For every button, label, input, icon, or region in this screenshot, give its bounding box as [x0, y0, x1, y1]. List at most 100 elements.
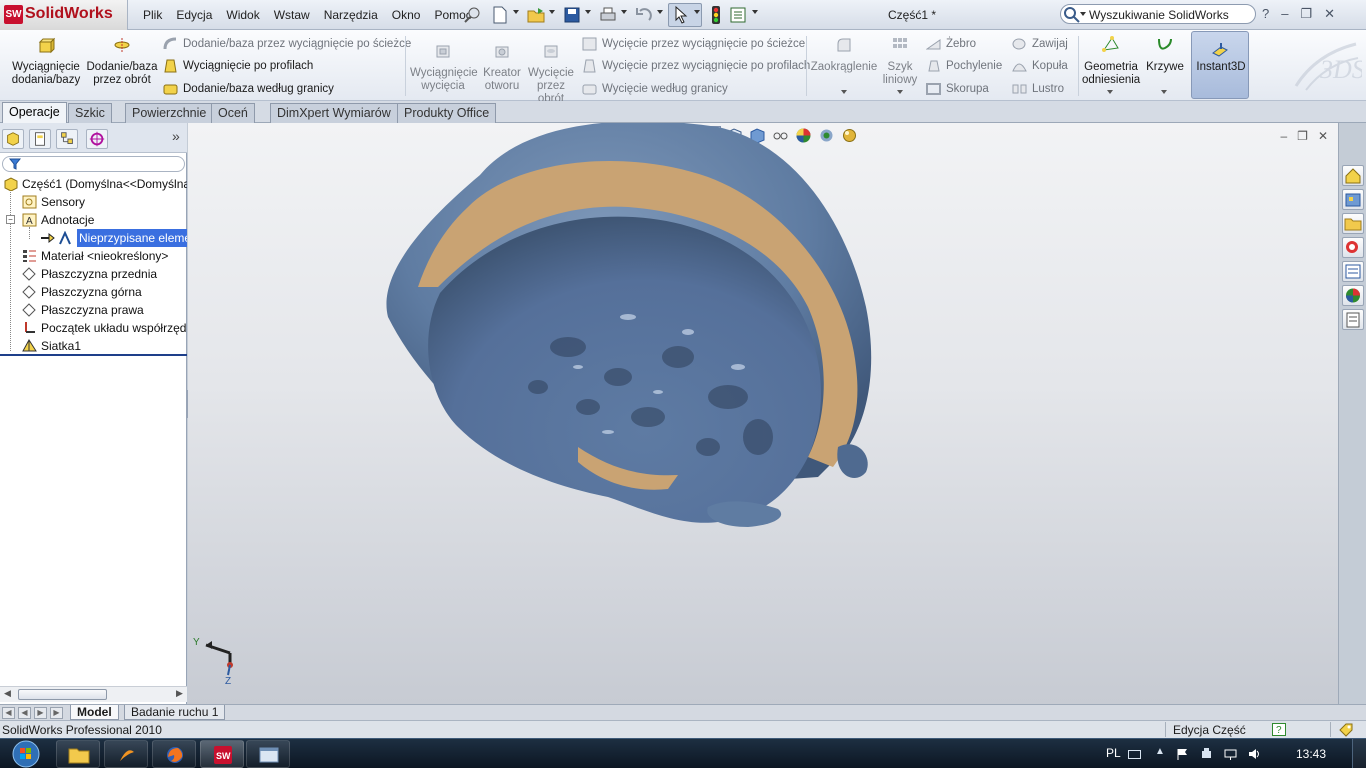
show-hidden-icons[interactable]: ▲: [1155, 746, 1165, 757]
dimxpert-manager-icon[interactable]: [86, 129, 108, 149]
rebuild-traffic-light-icon[interactable]: [706, 5, 726, 25]
tab-surfaces[interactable]: Powierzchnie: [125, 103, 214, 123]
help-status-icon[interactable]: ?: [1272, 723, 1286, 736]
keyboard-icon[interactable]: [1128, 748, 1141, 760]
tree-item-annotations[interactable]: A Adnotacje: [22, 211, 187, 229]
appearances-tab[interactable]: [1342, 285, 1364, 306]
feature-tree-icon[interactable]: [2, 129, 24, 149]
fillet-button[interactable]: Zaokrąglenie: [810, 36, 878, 74]
extrude-boss-button[interactable]: Wyciągnięcie dodania/bazy: [8, 36, 84, 87]
solidworks-resources-tab[interactable]: [1342, 165, 1364, 186]
print-icon[interactable]: [598, 5, 618, 25]
instant3d-button[interactable]: Instant3D: [1191, 31, 1249, 99]
taskbar-solidworks[interactable]: SW: [200, 740, 244, 768]
last-tab-arrow[interactable]: ▶: [50, 707, 63, 719]
rollback-bar[interactable]: [0, 354, 187, 356]
volume-icon[interactable]: [1248, 748, 1261, 760]
taskbar-app[interactable]: [104, 740, 148, 768]
tab-evaluate[interactable]: Oceń: [211, 103, 255, 123]
design-library-tab[interactable]: [1342, 189, 1364, 210]
viewport-restore-icon[interactable]: ❐: [1297, 129, 1308, 143]
curves-button[interactable]: Krzywe: [1144, 36, 1186, 74]
tab-dimxpert[interactable]: DimXpert Wymiarów: [270, 103, 398, 123]
pin-menu-icon[interactable]: [462, 5, 482, 25]
options-dropdown-arrow[interactable]: [752, 10, 758, 14]
network-icon[interactable]: [1224, 748, 1237, 760]
tree-item-material[interactable]: Materiał <nieokreślony>: [22, 247, 187, 265]
new-dropdown-arrow[interactable]: [513, 10, 519, 14]
next-tab-arrow[interactable]: ▶: [34, 707, 47, 719]
configuration-manager-icon[interactable]: [56, 129, 78, 149]
tab-features[interactable]: Operacje: [2, 102, 67, 123]
select-dropdown-arrow[interactable]: [694, 10, 700, 14]
swept-cut-button[interactable]: Wycięcie przez wyciągnięcie po ścieżce: [582, 36, 805, 54]
lofted-cut-button[interactable]: Wycięcie przez wyciągnięcie po profilach: [582, 58, 810, 76]
select-cursor-icon[interactable]: [671, 5, 691, 25]
new-document-icon[interactable]: [490, 5, 510, 25]
search-dropdown-arrow[interactable]: [1080, 12, 1086, 16]
extrude-cut-button[interactable]: Wyciągnięcie wycięcia: [410, 42, 478, 93]
property-manager-icon[interactable]: [29, 129, 51, 149]
file-explorer-tab[interactable]: [1342, 213, 1364, 234]
hole-wizard-button[interactable]: Kreator otworu: [480, 42, 524, 93]
view-palette-tab[interactable]: [1342, 261, 1364, 282]
tag-icon[interactable]: [1338, 722, 1354, 737]
undo-dropdown-arrow[interactable]: [657, 10, 663, 14]
menu-window[interactable]: Okno: [385, 8, 428, 22]
search-input[interactable]: Wyszukiwanie SolidWorks: [1060, 4, 1256, 24]
search-tab[interactable]: [1342, 237, 1364, 258]
linear-pattern-button[interactable]: Szyk liniowy: [880, 36, 920, 87]
show-desktop-button[interactable]: [1352, 739, 1366, 768]
feature-filter-input[interactable]: [2, 156, 185, 172]
tree-root-part[interactable]: Część1 (Domyślna<<Domyślna>_Stan wyświet…: [3, 175, 187, 193]
viewport-close-icon[interactable]: ✕: [1318, 129, 1328, 143]
tree-item-right-plane[interactable]: Płaszczyzna prawa: [22, 301, 187, 319]
boundary-cut-button[interactable]: Wycięcie według granicy: [582, 81, 728, 99]
taskbar-explorer[interactable]: [56, 740, 100, 768]
revolve-boss-button[interactable]: Dodanie/baza przez obrót: [86, 36, 158, 87]
solidworks-logo[interactable]: SW SolidWorks: [0, 0, 128, 30]
first-tab-arrow[interactable]: ◀: [2, 707, 15, 719]
fillet-dropdown-arrow[interactable]: [841, 90, 847, 94]
revolve-cut-button[interactable]: Wycięcie przez obrót: [528, 42, 574, 106]
draft-button[interactable]: Pochylenie: [926, 58, 1002, 76]
save-icon[interactable]: [562, 5, 582, 25]
print-dropdown-arrow[interactable]: [621, 10, 627, 14]
help-icon[interactable]: ?: [1262, 6, 1269, 22]
action-center-flag-icon[interactable]: [1176, 748, 1189, 760]
minimize-icon[interactable]: –: [1281, 6, 1288, 22]
rib-button[interactable]: Żebro: [926, 36, 976, 54]
open-folder-icon[interactable]: [526, 5, 546, 25]
restore-icon[interactable]: ❐: [1300, 6, 1312, 22]
dome-button[interactable]: Kopuła: [1012, 58, 1068, 76]
tab-model[interactable]: Model: [70, 705, 119, 720]
menu-tools[interactable]: Narzędzia: [317, 8, 385, 22]
clock[interactable]: 13:43: [1296, 747, 1326, 761]
prev-tab-arrow[interactable]: ◀: [18, 707, 31, 719]
windows-start-icon[interactable]: [6, 739, 46, 768]
menu-edit[interactable]: Edycja: [169, 8, 219, 22]
lofted-boss-button[interactable]: Wyciągnięcie po profilach: [163, 58, 313, 76]
tab-office-products[interactable]: Produkty Office: [397, 103, 497, 123]
pattern-dropdown-arrow[interactable]: [897, 90, 903, 94]
scroll-left-icon[interactable]: ◀: [4, 688, 11, 699]
feature-tree-scrollbar[interactable]: ◀ ▶: [0, 686, 187, 702]
annotations-expander[interactable]: −: [6, 215, 15, 224]
tab-motion-study-1[interactable]: Badanie ruchu 1: [124, 705, 226, 720]
taskbar-window[interactable]: [246, 740, 290, 768]
menu-view[interactable]: Widok: [219, 8, 266, 22]
mirror-button[interactable]: Lustro: [1012, 81, 1064, 99]
tree-item-sensors[interactable]: Sensory: [22, 193, 187, 211]
tree-item-top-plane[interactable]: Płaszczyzna górna: [22, 283, 187, 301]
viewport-minimize-icon[interactable]: –: [1280, 129, 1287, 143]
close-icon[interactable]: ✕: [1324, 6, 1335, 22]
save-dropdown-arrow[interactable]: [585, 10, 591, 14]
wrap-button[interactable]: Zawijaj: [1012, 36, 1068, 54]
tree-item-mesh[interactable]: Siatka1: [22, 337, 187, 355]
scrollbar-thumb[interactable]: [18, 689, 107, 700]
tree-item-unassigned-items[interactable]: Nieprzypisane elementy: [40, 229, 187, 247]
tab-sketch[interactable]: Szkic: [68, 103, 112, 123]
swept-boss-button[interactable]: Dodanie/baza przez wyciągnięcie po ścież…: [163, 36, 411, 54]
undo-icon[interactable]: [634, 5, 654, 25]
open-dropdown-arrow[interactable]: [549, 10, 555, 14]
